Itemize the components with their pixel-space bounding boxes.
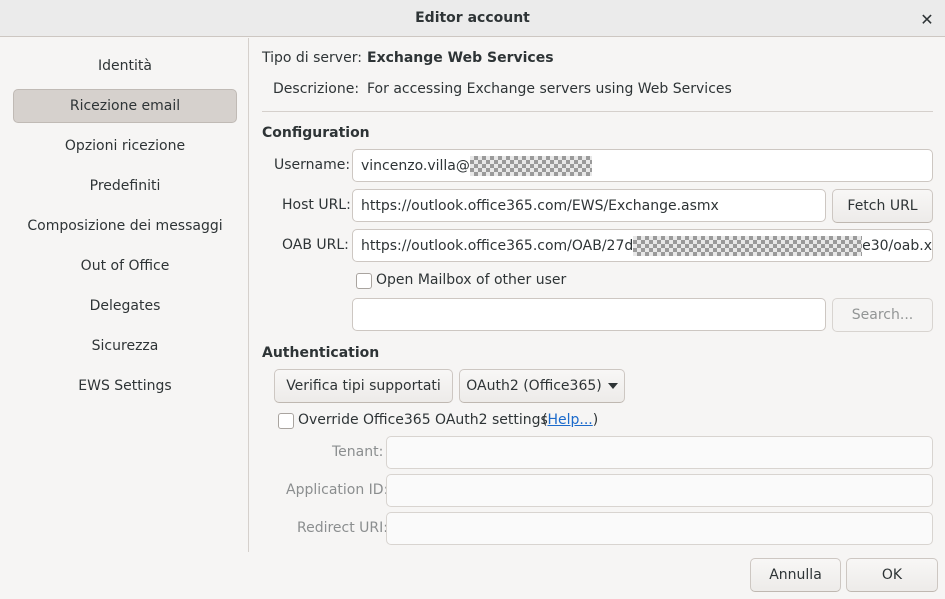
close-button[interactable]: ✕: [915, 7, 939, 31]
tenant-label: Tenant:: [332, 444, 384, 460]
tenant-field[interactable]: [386, 436, 933, 469]
host-url-field[interactable]: https://outlook.office365.com/EWS/Exchan…: [352, 189, 826, 222]
redacted-pattern: [469, 155, 592, 176]
open-mailbox-checkbox[interactable]: [356, 273, 372, 289]
help-link[interactable]: Help...: [547, 412, 592, 428]
sidebar-item-composizione[interactable]: Composizione dei messaggi: [13, 209, 237, 243]
username-value: vincenzo.villa@: [361, 157, 470, 174]
close-icon: ✕: [920, 9, 934, 29]
auth-method-dropdown[interactable]: OAuth2 (Office365): [459, 369, 625, 403]
redacted-pattern: [633, 235, 863, 256]
sidebar-item-out-of-office[interactable]: Out of Office: [13, 249, 237, 283]
sidebar-item-label: Predefiniti: [89, 178, 161, 194]
username-label: Username:: [274, 157, 351, 173]
redirect-uri-label: Redirect URI:: [297, 520, 389, 536]
sidebar-item-label: Out of Office: [80, 258, 170, 274]
window-title: Editor account: [415, 10, 530, 26]
cancel-button[interactable]: Annulla: [750, 558, 841, 592]
mailbox-input[interactable]: [352, 298, 826, 331]
host-url-label: Host URL:: [282, 197, 351, 213]
auth-method-value: OAuth2 (Office365): [466, 378, 602, 394]
oab-url-prefix: https://outlook.office365.com/OAB/27d: [361, 237, 634, 254]
description-label: Descrizione:: [273, 81, 360, 97]
oab-url-label: OAB URL:: [282, 237, 349, 253]
sidebar-item-label: Ricezione email: [69, 98, 181, 114]
sidebar-item-sicurezza[interactable]: Sicurezza: [13, 329, 237, 363]
chevron-down-icon: [607, 383, 618, 389]
open-mailbox-label[interactable]: Open Mailbox of other user: [376, 272, 566, 288]
server-type-label: Tipo di server:: [262, 50, 362, 66]
fetch-url-button[interactable]: Fetch URL: [832, 189, 933, 223]
sidebar-item-predefiniti[interactable]: Predefiniti: [13, 169, 237, 203]
cancel-label: Annulla: [769, 567, 822, 583]
sidebar-item-label: Opzioni ricezione: [64, 138, 186, 154]
ok-label: OK: [881, 567, 903, 583]
sidebar-item-identita[interactable]: Identità: [13, 49, 237, 83]
section-divider: [262, 111, 933, 112]
help-link-group: (Help...): [542, 412, 598, 428]
description-value: For accessing Exchange servers using Web…: [367, 81, 732, 97]
fetch-url-label: Fetch URL: [847, 198, 918, 214]
verify-types-label: Verifica tipi supportati: [286, 378, 441, 394]
sidebar-item-label: Composizione dei messaggi: [27, 218, 223, 234]
sidebar-item-delegates[interactable]: Delegates: [13, 289, 237, 323]
sidebar-item-opzioni-ricezione[interactable]: Opzioni ricezione: [13, 129, 237, 163]
verify-types-button[interactable]: Verifica tipi supportati: [274, 369, 453, 403]
ok-button[interactable]: OK: [846, 558, 938, 592]
sidebar: Identità Ricezione email Opzioni ricezio…: [0, 38, 249, 552]
sidebar-item-label: Sicurezza: [91, 338, 159, 354]
server-type-value: Exchange Web Services: [367, 50, 554, 66]
sidebar-item-ricezione-email[interactable]: Ricezione email: [13, 89, 237, 123]
username-field[interactable]: vincenzo.villa@: [352, 149, 933, 182]
override-oauth-checkbox[interactable]: [278, 413, 294, 429]
redirect-uri-field[interactable]: [386, 512, 933, 545]
sidebar-item-label: Identità: [98, 58, 152, 74]
configuration-heading: Configuration: [262, 125, 370, 141]
application-id-field[interactable]: [386, 474, 933, 507]
title-bar: Editor account ✕: [0, 0, 945, 37]
oab-url-suffix: e30/oab.x: [862, 237, 932, 254]
help-close-paren: ): [592, 412, 599, 428]
search-button[interactable]: Search...: [832, 298, 933, 332]
sidebar-item-label: EWS Settings: [78, 378, 172, 394]
sidebar-item-label: Delegates: [89, 298, 161, 314]
oab-url-field[interactable]: https://outlook.office365.com/OAB/27d e3…: [352, 229, 933, 262]
override-oauth-label[interactable]: Override Office365 OAuth2 settings: [298, 412, 548, 428]
authentication-heading: Authentication: [262, 345, 380, 361]
host-url-value: https://outlook.office365.com/EWS/Exchan…: [361, 197, 719, 214]
sidebar-item-ews-settings[interactable]: EWS Settings: [13, 369, 237, 403]
search-label: Search...: [851, 307, 914, 323]
application-id-label: Application ID:: [286, 482, 389, 498]
